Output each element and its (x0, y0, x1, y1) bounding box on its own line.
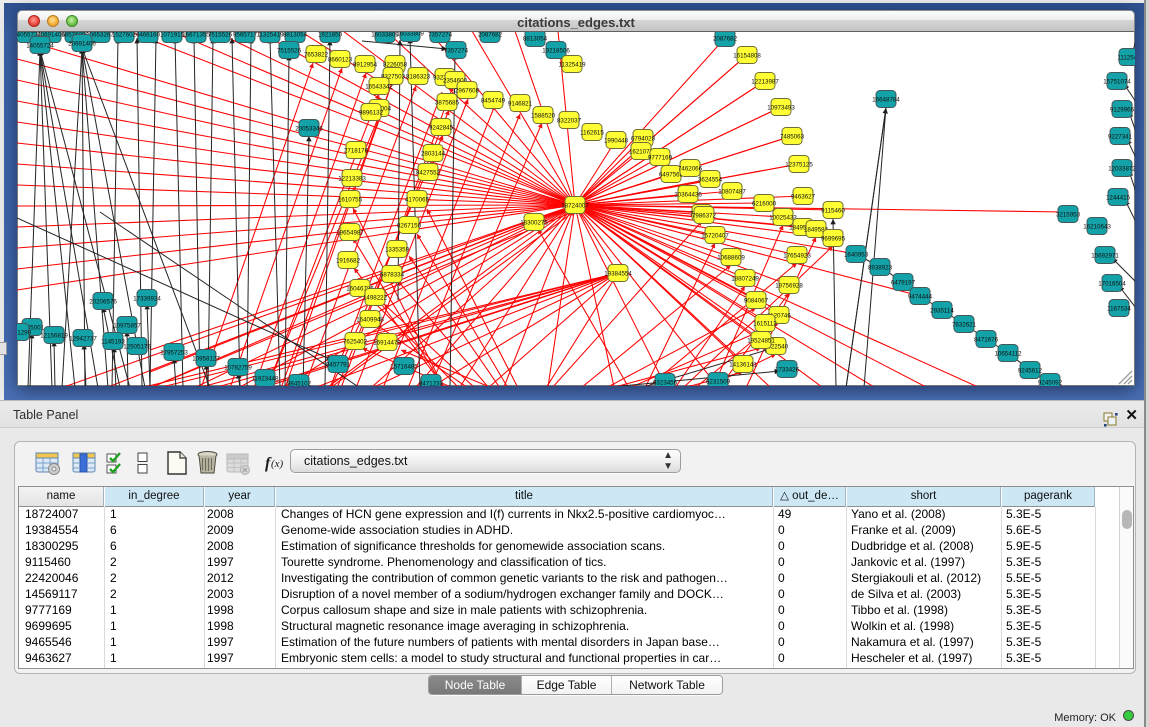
svg-text:(x): (x) (271, 458, 284, 470)
